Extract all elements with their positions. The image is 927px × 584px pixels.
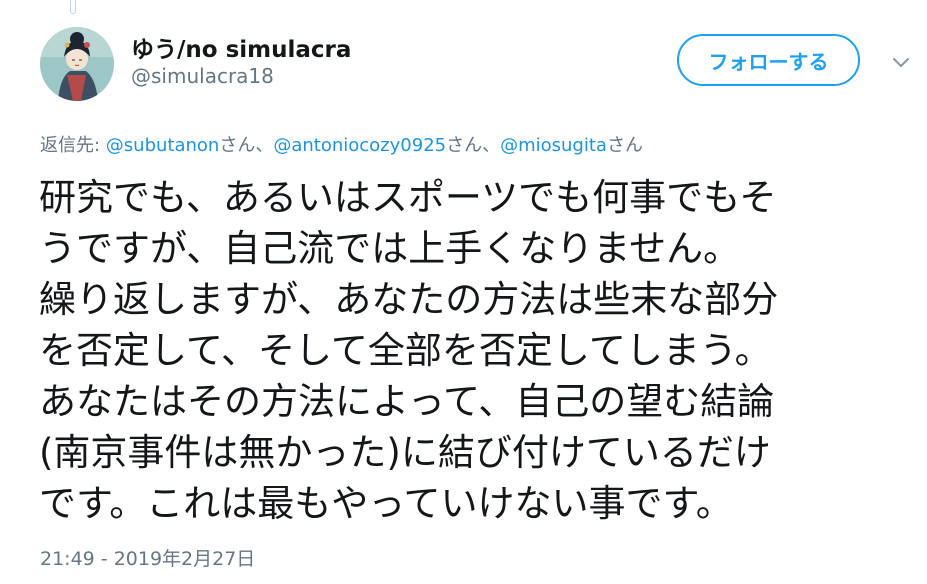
avatar-illustration-icon [40, 27, 114, 101]
user-handle[interactable]: @simulacra18 [131, 64, 274, 88]
tweet-line: 研究でも、あるいはスポーツでも何事でもそ [39, 176, 777, 219]
tweet-timestamp[interactable]: 21:49 - 2019年2月27日 [40, 544, 255, 571]
mention-link[interactable]: @miosugita [500, 135, 607, 156]
mention-suffix: さん [606, 135, 643, 156]
tweet-line: 繰り返しますが、あなたの方法は些末な部分 [39, 278, 779, 321]
tweet-line: を否定して、そして全部を否定してしまう。 [39, 329, 772, 372]
mention-link[interactable]: @antoniocozy0925 [273, 135, 446, 156]
tweet-line: うですが、自己流では上手くなりません。 [39, 227, 741, 270]
follow-button[interactable]: フォローする [677, 34, 860, 86]
mention-suffix: さん、 [446, 135, 501, 156]
tweet-line: (南京事件は無かった)に結び付けているだけ [39, 431, 771, 474]
mention-suffix: さん、 [219, 135, 274, 156]
display-name[interactable]: ゆう/no simulacra [131, 30, 351, 64]
tweet-line: です。これは最もやっていけない事です。 [39, 482, 733, 525]
chevron-down-icon[interactable] [889, 50, 913, 74]
tweet-text: 研究でも、あるいはスポーツでも何事でもそ うですが、自己流では上手くなりません。… [39, 172, 901, 529]
top-edge-mark [70, 0, 76, 14]
reply-prefix: 返信先: [40, 135, 106, 156]
mention-link[interactable]: @subutanon [106, 135, 220, 156]
tweet-line: あなたはその方法によって、自己の望む結論 [39, 380, 775, 423]
reply-context: 返信先: @subutanonさん、@antoniocozy0925さん、@mi… [40, 131, 643, 157]
avatar[interactable] [40, 27, 114, 101]
